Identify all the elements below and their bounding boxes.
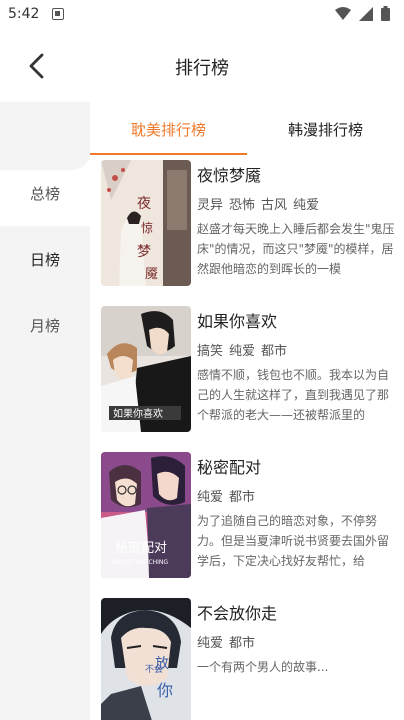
page-title: 排行榜 [175, 58, 229, 79]
book-tags: 搞笑 纯爱 都市 [197, 340, 397, 359]
sidebar-item-label: 总榜 [29, 184, 60, 203]
svg-text:梦: 梦 [137, 244, 151, 260]
notification-icon [52, 8, 64, 20]
tab-label: 韩漫排行榜 [287, 120, 363, 139]
status-bar: 5:42 [0, 0, 404, 28]
book-title: 秘密配对 [197, 458, 262, 477]
book-tag: 搞笑 [197, 344, 224, 359]
book-tags: 纯爱 都市 [197, 486, 397, 505]
book-tag: 灵异 [197, 198, 224, 213]
book-tag: 纯爱 [229, 344, 256, 359]
svg-text:不会: 不会 [145, 663, 163, 675]
book-description: 一个有两个男人的故事... [197, 660, 329, 674]
sidebar-top-spacer [0, 102, 90, 170]
book-tag: 都市 [229, 636, 256, 651]
book-title: 夜惊梦魇 [197, 166, 262, 185]
book-item[interactable]: 秘密配对 SECRET MATCHING 秘密配对 纯爱 都市 为了追随自己的暗恋… [90, 452, 404, 592]
book-item[interactable]: 如果你喜欢 如果你喜欢 搞笑 纯爱 都市 感情不顺，钱包也不顺。我本以为自己的人生就… [90, 306, 404, 446]
book-title: 如果你喜欢 [197, 312, 278, 331]
signal-icon [359, 6, 373, 21]
book-cover: 如果你喜欢 [101, 306, 191, 432]
svg-text:如果你喜欢: 如果你喜欢 [113, 407, 163, 420]
ranking-period-sidebar: 总榜 日榜 月榜 [0, 102, 90, 720]
tab-label: 耽美排行榜 [130, 120, 206, 139]
book-description: 赵盛才每天晚上入睡后都会发生"鬼压床"的情况，而这只"梦魇"的模样，居然跟他暗恋… [197, 222, 395, 276]
book-cover: 秘密配对 SECRET MATCHING [101, 452, 191, 578]
svg-text:魇: 魇 [145, 267, 158, 282]
book-cover: 放 你 不会 [101, 598, 191, 720]
book-tags: 纯爱 都市 [197, 632, 397, 651]
svg-text:惊: 惊 [141, 220, 153, 235]
category-tabs: 耽美排行榜 韩漫排行榜 [90, 102, 404, 156]
book-item[interactable]: 夜 惊 梦 魇 夜惊梦魇 灵异 恐怖 古风 纯爱 赵盛才每天晚上入睡后都会发生"鬼压床… [90, 160, 404, 300]
book-description: 为了追随自己的暗恋对象，不停努力。但是当夏津听说书贤要去国外留学后，下定决心找好… [197, 514, 390, 568]
status-icons [335, 6, 390, 21]
main-panel: 耽美排行榜 韩漫排行榜 夜 惊 梦 魇 夜惊梦魇 灵异 恐怖 古风 纯爱 赵盛才… [90, 102, 404, 720]
app-header: 排行榜 [0, 28, 404, 102]
book-tag: 纯爱 [197, 636, 224, 651]
sidebar-item-monthly[interactable]: 月榜 [0, 292, 90, 358]
book-tag: 纯爱 [197, 490, 224, 505]
book-tag: 恐怖 [229, 198, 256, 213]
svg-text:你: 你 [157, 681, 173, 700]
book-tag: 都市 [229, 490, 256, 505]
book-info: 秘密配对 纯爱 都市 为了追随自己的暗恋对象，不停努力。但是当夏津听说书贤要去国外… [197, 454, 397, 571]
svg-text:秘密配对: 秘密配对 [115, 540, 167, 556]
book-tags: 灵异 恐怖 古风 纯爱 [197, 194, 397, 213]
wifi-icon [335, 6, 351, 20]
battery-icon [381, 6, 390, 21]
book-tag: 古风 [261, 198, 288, 213]
sidebar-item-label: 日榜 [29, 250, 60, 269]
book-tag: 都市 [261, 344, 288, 359]
book-title: 不会放你走 [197, 604, 278, 623]
book-info: 不会放你走 纯爱 都市 一个有两个男人的故事... [197, 600, 397, 717]
book-item[interactable]: 放 你 不会 不会放你走 纯爱 都市 一个有两个男人的故事... [90, 598, 404, 720]
svg-text:夜: 夜 [137, 196, 151, 212]
book-description: 感情不顺，钱包也不顺。我本以为自己的人生就这样了，直到我遇见了那个帮派的老大——… [197, 368, 390, 422]
book-tag: 纯爱 [293, 198, 320, 213]
tab-danmei-ranking[interactable]: 耽美排行榜 [90, 102, 247, 156]
book-info: 夜惊梦魇 灵异 恐怖 古风 纯爱 赵盛才每天晚上入睡后都会发生"鬼压床"的情况，而这只… [197, 162, 397, 279]
svg-text:SECRET MATCHING: SECRET MATCHING [111, 559, 168, 566]
tab-indicator [90, 153, 247, 155]
tab-korean-ranking[interactable]: 韩漫排行榜 [247, 102, 404, 156]
book-cover: 夜 惊 梦 魇 [101, 160, 191, 286]
sidebar-item-label: 月榜 [29, 316, 60, 335]
status-time: 5:42 [8, 6, 40, 22]
sidebar-item-daily[interactable]: 日榜 [0, 226, 90, 292]
book-info: 如果你喜欢 搞笑 纯爱 都市 感情不顺，钱包也不顺。我本以为自己的人生就这样了，直到… [197, 308, 397, 425]
